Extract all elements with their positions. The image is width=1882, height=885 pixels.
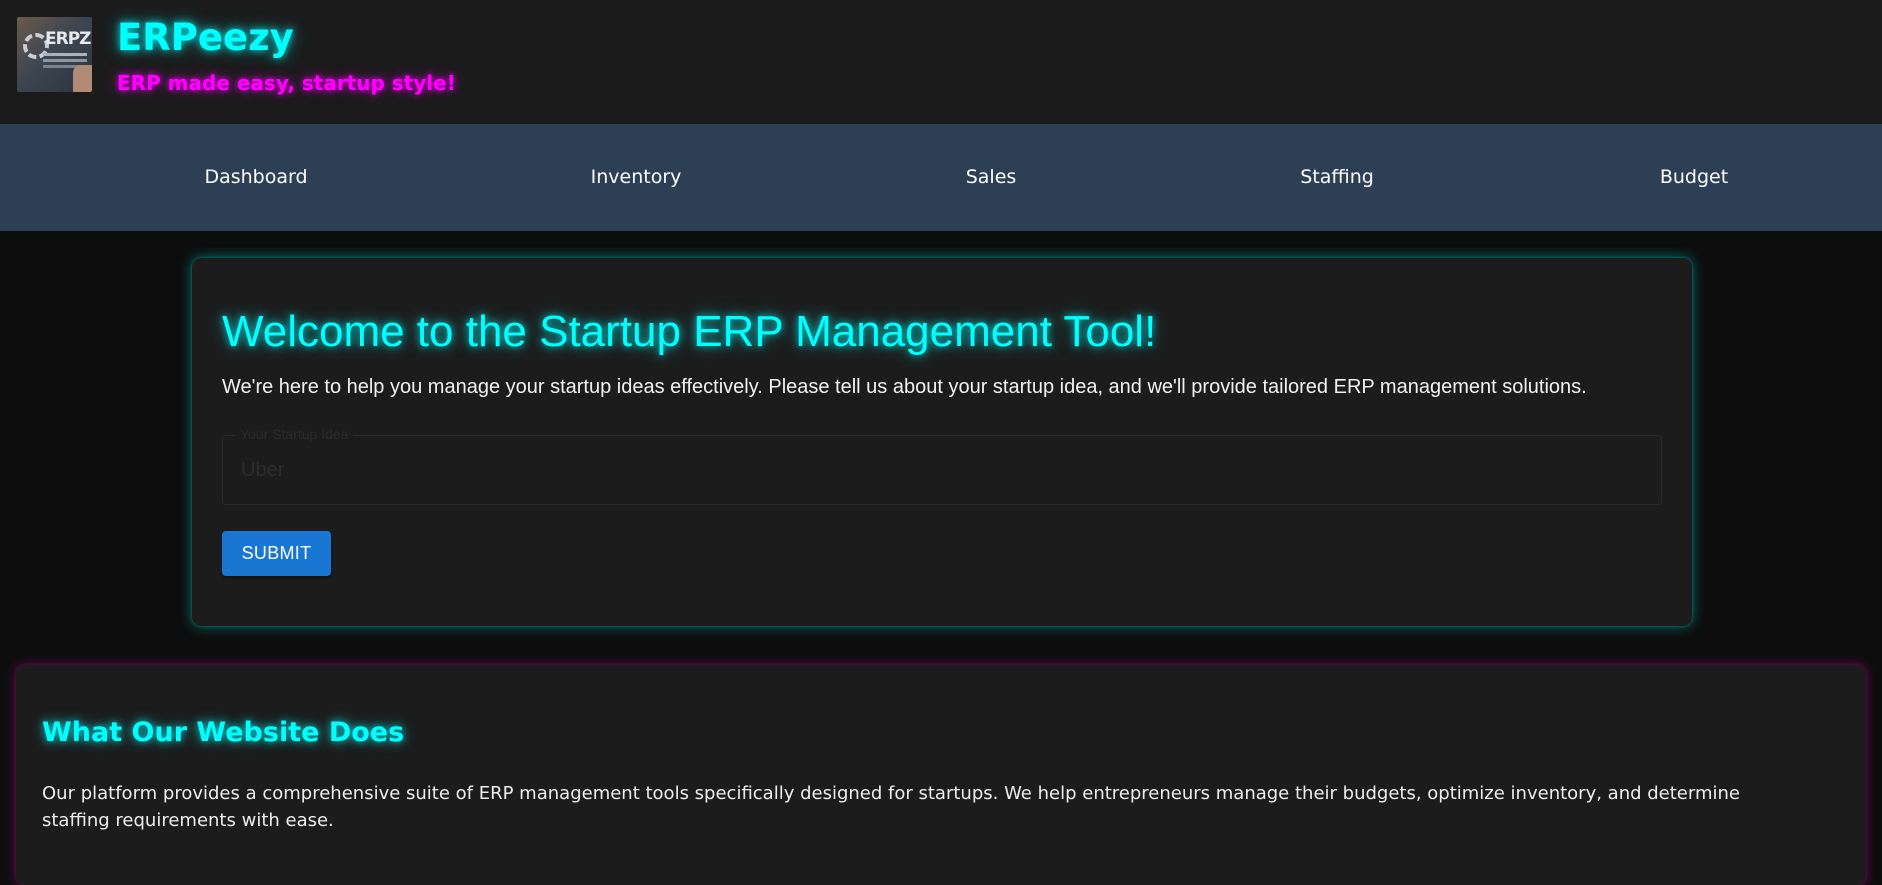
welcome-title: Welcome to the Startup ERP Management To… xyxy=(222,307,1157,356)
about-card: What Our Website Does Our platform provi… xyxy=(16,665,1866,885)
main-nav: Dashboard Inventory Sales Staffing Budge… xyxy=(0,124,1882,231)
brand-title: ERPeezy xyxy=(117,16,294,59)
startup-idea-input[interactable] xyxy=(224,437,1660,503)
nav-item-sales[interactable]: Sales xyxy=(966,124,1017,231)
nav-item-dashboard[interactable]: Dashboard xyxy=(204,124,307,231)
about-text: Our platform provides a comprehensive su… xyxy=(42,783,1740,831)
submit-button[interactable]: SUBMIT xyxy=(222,531,331,576)
nav-item-staffing[interactable]: Staffing xyxy=(1300,124,1374,231)
logo-text: ERPZ xyxy=(45,29,91,49)
welcome-card: Welcome to the Startup ERP Management To… xyxy=(192,258,1692,626)
startup-idea-field: Your Startup Idea xyxy=(222,426,1662,505)
welcome-description: We're here to help you manage your start… xyxy=(222,376,1587,398)
about-title: What Our Website Does xyxy=(42,717,405,748)
nav-item-budget[interactable]: Budget xyxy=(1660,124,1728,231)
brand-tagline: ERP made easy, startup style! xyxy=(117,71,456,95)
logo[interactable]: ERPZ xyxy=(17,17,92,92)
site-header: ERPZ ERPeezy ERP made easy, startup styl… xyxy=(0,0,1882,124)
nav-item-inventory[interactable]: Inventory xyxy=(591,124,682,231)
logo-decoration xyxy=(43,53,87,56)
logo-hand-image xyxy=(73,65,92,92)
